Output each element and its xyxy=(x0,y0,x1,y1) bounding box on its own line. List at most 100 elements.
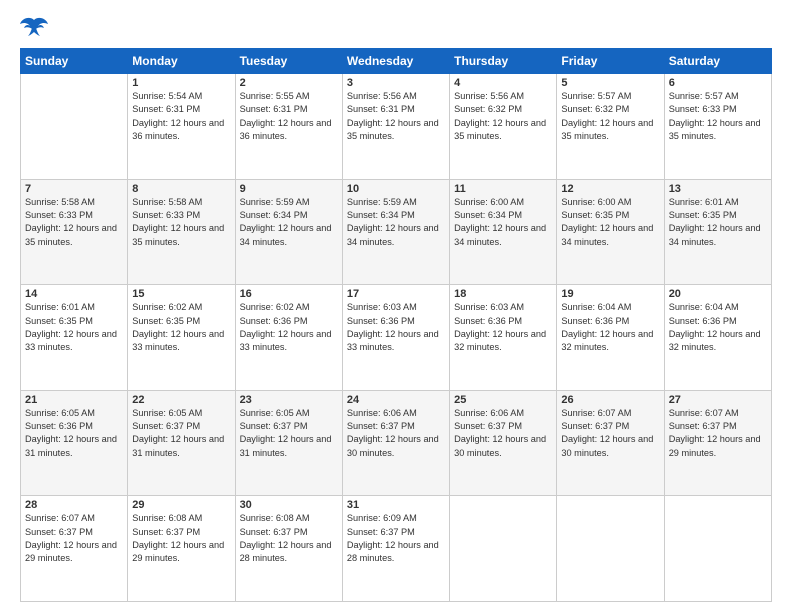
day-number: 6 xyxy=(669,77,767,89)
calendar-week-row: 7Sunrise: 5:58 AMSunset: 6:33 PMDaylight… xyxy=(21,179,772,285)
day-number: 2 xyxy=(240,77,338,89)
calendar-week-row: 21Sunrise: 6:05 AMSunset: 6:36 PMDayligh… xyxy=(21,390,772,496)
table-row: 10Sunrise: 5:59 AMSunset: 6:34 PMDayligh… xyxy=(342,179,449,285)
day-number: 14 xyxy=(25,288,123,300)
day-number: 8 xyxy=(132,183,230,195)
table-row: 21Sunrise: 6:05 AMSunset: 6:36 PMDayligh… xyxy=(21,390,128,496)
cell-info: Sunrise: 6:07 AMSunset: 6:37 PMDaylight:… xyxy=(25,512,123,565)
cell-info: Sunrise: 6:09 AMSunset: 6:37 PMDaylight:… xyxy=(347,512,445,565)
day-number: 23 xyxy=(240,394,338,406)
day-number: 18 xyxy=(454,288,552,300)
cell-info: Sunrise: 6:03 AMSunset: 6:36 PMDaylight:… xyxy=(347,301,445,354)
calendar-week-row: 28Sunrise: 6:07 AMSunset: 6:37 PMDayligh… xyxy=(21,496,772,602)
day-number: 13 xyxy=(669,183,767,195)
cell-info: Sunrise: 5:59 AMSunset: 6:34 PMDaylight:… xyxy=(240,196,338,249)
day-number: 4 xyxy=(454,77,552,89)
table-row: 16Sunrise: 6:02 AMSunset: 6:36 PMDayligh… xyxy=(235,285,342,391)
cell-info: Sunrise: 6:08 AMSunset: 6:37 PMDaylight:… xyxy=(132,512,230,565)
day-number: 15 xyxy=(132,288,230,300)
table-row: 22Sunrise: 6:05 AMSunset: 6:37 PMDayligh… xyxy=(128,390,235,496)
header xyxy=(20,16,772,38)
table-row: 23Sunrise: 6:05 AMSunset: 6:37 PMDayligh… xyxy=(235,390,342,496)
day-number: 7 xyxy=(25,183,123,195)
cell-info: Sunrise: 6:06 AMSunset: 6:37 PMDaylight:… xyxy=(454,407,552,460)
cell-info: Sunrise: 6:06 AMSunset: 6:37 PMDaylight:… xyxy=(347,407,445,460)
table-row: 2Sunrise: 5:55 AMSunset: 6:31 PMDaylight… xyxy=(235,74,342,180)
table-row: 7Sunrise: 5:58 AMSunset: 6:33 PMDaylight… xyxy=(21,179,128,285)
cell-info: Sunrise: 5:55 AMSunset: 6:31 PMDaylight:… xyxy=(240,90,338,143)
col-saturday: Saturday xyxy=(664,49,771,74)
day-number: 17 xyxy=(347,288,445,300)
day-number: 26 xyxy=(561,394,659,406)
day-number: 5 xyxy=(561,77,659,89)
table-row xyxy=(557,496,664,602)
table-row: 17Sunrise: 6:03 AMSunset: 6:36 PMDayligh… xyxy=(342,285,449,391)
calendar-week-row: 14Sunrise: 6:01 AMSunset: 6:35 PMDayligh… xyxy=(21,285,772,391)
cell-info: Sunrise: 6:02 AMSunset: 6:35 PMDaylight:… xyxy=(132,301,230,354)
day-number: 12 xyxy=(561,183,659,195)
table-row: 24Sunrise: 6:06 AMSunset: 6:37 PMDayligh… xyxy=(342,390,449,496)
cell-info: Sunrise: 5:58 AMSunset: 6:33 PMDaylight:… xyxy=(132,196,230,249)
table-row: 12Sunrise: 6:00 AMSunset: 6:35 PMDayligh… xyxy=(557,179,664,285)
cell-info: Sunrise: 5:58 AMSunset: 6:33 PMDaylight:… xyxy=(25,196,123,249)
table-row: 18Sunrise: 6:03 AMSunset: 6:36 PMDayligh… xyxy=(450,285,557,391)
day-number: 31 xyxy=(347,499,445,511)
calendar-table: Sunday Monday Tuesday Wednesday Thursday… xyxy=(20,48,772,602)
cell-info: Sunrise: 6:05 AMSunset: 6:37 PMDaylight:… xyxy=(132,407,230,460)
cell-info: Sunrise: 5:57 AMSunset: 6:32 PMDaylight:… xyxy=(561,90,659,143)
table-row: 30Sunrise: 6:08 AMSunset: 6:37 PMDayligh… xyxy=(235,496,342,602)
day-number: 20 xyxy=(669,288,767,300)
table-row: 4Sunrise: 5:56 AMSunset: 6:32 PMDaylight… xyxy=(450,74,557,180)
day-number: 29 xyxy=(132,499,230,511)
table-row: 8Sunrise: 5:58 AMSunset: 6:33 PMDaylight… xyxy=(128,179,235,285)
cell-info: Sunrise: 6:04 AMSunset: 6:36 PMDaylight:… xyxy=(561,301,659,354)
cell-info: Sunrise: 6:07 AMSunset: 6:37 PMDaylight:… xyxy=(561,407,659,460)
cell-info: Sunrise: 6:08 AMSunset: 6:37 PMDaylight:… xyxy=(240,512,338,565)
calendar-header-row: Sunday Monday Tuesday Wednesday Thursday… xyxy=(21,49,772,74)
day-number: 28 xyxy=(25,499,123,511)
day-number: 16 xyxy=(240,288,338,300)
table-row xyxy=(450,496,557,602)
table-row xyxy=(664,496,771,602)
logo xyxy=(20,16,52,38)
table-row: 29Sunrise: 6:08 AMSunset: 6:37 PMDayligh… xyxy=(128,496,235,602)
cell-info: Sunrise: 6:01 AMSunset: 6:35 PMDaylight:… xyxy=(25,301,123,354)
cell-info: Sunrise: 6:05 AMSunset: 6:37 PMDaylight:… xyxy=(240,407,338,460)
table-row: 5Sunrise: 5:57 AMSunset: 6:32 PMDaylight… xyxy=(557,74,664,180)
cell-info: Sunrise: 6:01 AMSunset: 6:35 PMDaylight:… xyxy=(669,196,767,249)
cell-info: Sunrise: 6:03 AMSunset: 6:36 PMDaylight:… xyxy=(454,301,552,354)
table-row: 26Sunrise: 6:07 AMSunset: 6:37 PMDayligh… xyxy=(557,390,664,496)
day-number: 21 xyxy=(25,394,123,406)
calendar-week-row: 1Sunrise: 5:54 AMSunset: 6:31 PMDaylight… xyxy=(21,74,772,180)
col-sunday: Sunday xyxy=(21,49,128,74)
day-number: 11 xyxy=(454,183,552,195)
cell-info: Sunrise: 5:59 AMSunset: 6:34 PMDaylight:… xyxy=(347,196,445,249)
day-number: 9 xyxy=(240,183,338,195)
cell-info: Sunrise: 6:00 AMSunset: 6:34 PMDaylight:… xyxy=(454,196,552,249)
cell-info: Sunrise: 6:05 AMSunset: 6:36 PMDaylight:… xyxy=(25,407,123,460)
cell-info: Sunrise: 5:54 AMSunset: 6:31 PMDaylight:… xyxy=(132,90,230,143)
day-number: 19 xyxy=(561,288,659,300)
table-row: 13Sunrise: 6:01 AMSunset: 6:35 PMDayligh… xyxy=(664,179,771,285)
day-number: 30 xyxy=(240,499,338,511)
col-tuesday: Tuesday xyxy=(235,49,342,74)
table-row: 11Sunrise: 6:00 AMSunset: 6:34 PMDayligh… xyxy=(450,179,557,285)
table-row: 25Sunrise: 6:06 AMSunset: 6:37 PMDayligh… xyxy=(450,390,557,496)
day-number: 24 xyxy=(347,394,445,406)
table-row: 19Sunrise: 6:04 AMSunset: 6:36 PMDayligh… xyxy=(557,285,664,391)
day-number: 27 xyxy=(669,394,767,406)
col-wednesday: Wednesday xyxy=(342,49,449,74)
table-row: 20Sunrise: 6:04 AMSunset: 6:36 PMDayligh… xyxy=(664,285,771,391)
col-friday: Friday xyxy=(557,49,664,74)
table-row: 14Sunrise: 6:01 AMSunset: 6:35 PMDayligh… xyxy=(21,285,128,391)
table-row: 27Sunrise: 6:07 AMSunset: 6:37 PMDayligh… xyxy=(664,390,771,496)
table-row: 28Sunrise: 6:07 AMSunset: 6:37 PMDayligh… xyxy=(21,496,128,602)
col-thursday: Thursday xyxy=(450,49,557,74)
table-row: 6Sunrise: 5:57 AMSunset: 6:33 PMDaylight… xyxy=(664,74,771,180)
page: Sunday Monday Tuesday Wednesday Thursday… xyxy=(0,0,792,612)
day-number: 3 xyxy=(347,77,445,89)
table-row: 15Sunrise: 6:02 AMSunset: 6:35 PMDayligh… xyxy=(128,285,235,391)
day-number: 1 xyxy=(132,77,230,89)
cell-info: Sunrise: 6:07 AMSunset: 6:37 PMDaylight:… xyxy=(669,407,767,460)
cell-info: Sunrise: 5:56 AMSunset: 6:31 PMDaylight:… xyxy=(347,90,445,143)
